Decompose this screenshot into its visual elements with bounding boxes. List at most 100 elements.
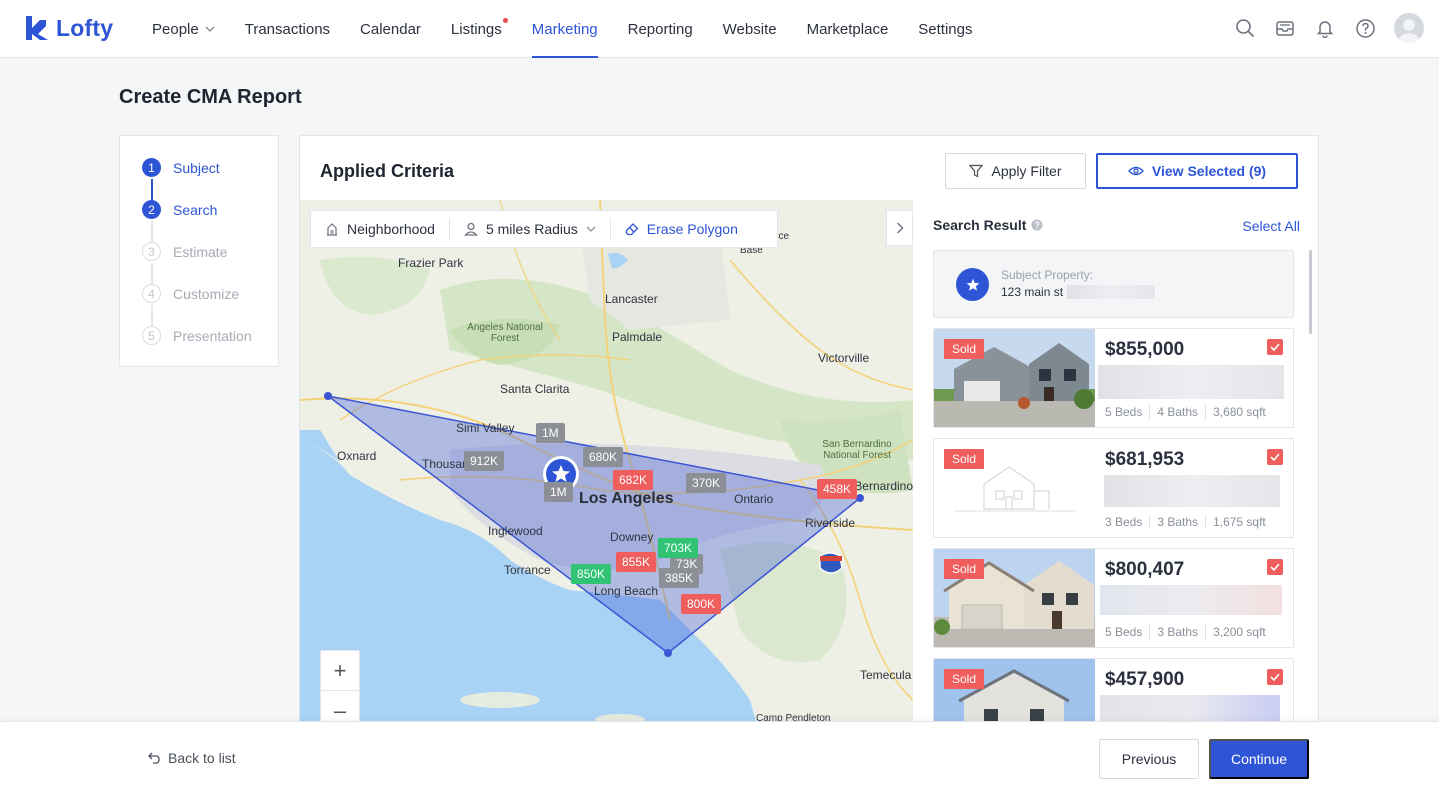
city-label: Angeles National Forest — [467, 322, 543, 344]
price-tag[interactable]: 800K — [681, 594, 722, 614]
help-icon[interactable] — [1354, 17, 1376, 39]
top-navigation: Lofty People Transactions Calendar Listi… — [0, 0, 1439, 58]
erase-polygon-button[interactable]: Erase Polygon — [611, 218, 752, 240]
property-specs: 3 Beds 3 Baths 1,675 sqft — [1105, 515, 1273, 529]
sold-badge: Sold — [944, 559, 985, 579]
bell-icon[interactable] — [1314, 17, 1336, 39]
step-label: Customize — [173, 285, 240, 302]
price-tag[interactable]: 912K — [464, 451, 505, 471]
selected-checkbox[interactable] — [1267, 449, 1283, 465]
city-label: Santa Clarita — [500, 382, 570, 396]
price-tag[interactable]: 1M — [536, 423, 565, 443]
map-view[interactable]: Frazier Park Lancaster Palmdale Angeles … — [300, 200, 913, 734]
baths: 4 Baths — [1150, 405, 1207, 419]
step-label: Subject — [173, 159, 220, 176]
city-label: Temecula — [860, 668, 912, 682]
property-card[interactable]: Sold $681,953 3 Beds 3 Baths 1,675 sqft — [933, 438, 1294, 538]
price-tag[interactable]: 458K — [817, 479, 858, 499]
step-connector — [151, 263, 153, 284]
results-scrollbar[interactable] — [1309, 250, 1312, 334]
neighborhood-label: Neighborhood — [347, 221, 435, 237]
step-number: 4 — [142, 284, 161, 303]
price-tag[interactable]: 370K — [686, 473, 727, 493]
city-label: Ontario — [734, 492, 774, 506]
apply-filter-button[interactable]: Apply Filter — [945, 153, 1086, 189]
nav-people[interactable]: People — [152, 0, 215, 58]
subject-property-label: Subject Property: — [1001, 268, 1094, 282]
price-tag[interactable]: 680K — [583, 447, 624, 467]
chevron-down-icon — [205, 26, 215, 32]
nav-listings[interactable]: Listings — [450, 0, 508, 58]
nav-transactions[interactable]: Transactions — [245, 0, 330, 58]
filter-icon — [969, 164, 984, 178]
price-tag[interactable]: 682K — [613, 470, 654, 490]
step-connector — [151, 221, 153, 242]
step-number: 5 — [142, 326, 161, 345]
price-tag[interactable]: 385K — [659, 568, 700, 588]
sold-badge: Sold — [944, 669, 985, 689]
zoom-in-button[interactable]: + — [321, 651, 359, 691]
step-customize[interactable]: 4 Customize — [142, 284, 239, 303]
nav-listings-label: Listings — [450, 20, 502, 38]
lofty-logo[interactable]: Lofty — [24, 14, 113, 42]
map-base — [300, 200, 913, 734]
radius-dropdown[interactable]: 5 miles Radius — [450, 218, 611, 240]
property-specs: 5 Beds 4 Baths 3,680 sqft — [1105, 405, 1273, 419]
search-icon[interactable] — [1234, 17, 1256, 39]
sold-badge: Sold — [944, 339, 985, 359]
view-selected-button[interactable]: View Selected (9) — [1096, 153, 1298, 189]
inbox-icon[interactable] — [1274, 17, 1296, 39]
step-subject[interactable]: 1 Subject — [142, 158, 220, 177]
back-to-list-link[interactable]: Back to list — [148, 750, 236, 766]
city-label: Downey — [610, 530, 654, 544]
nav-reporting[interactable]: Reporting — [628, 0, 693, 58]
selected-checkbox[interactable] — [1267, 559, 1283, 575]
previous-button[interactable]: Previous — [1099, 739, 1199, 779]
nav-marketing-label: Marketing — [531, 20, 598, 38]
price-tag[interactable]: 855K — [616, 552, 657, 572]
property-card[interactable]: Sold $800,407 5 Beds 3 Baths 3,200 sqft — [933, 548, 1294, 648]
property-card[interactable]: Sold $855,000 5 Beds 4 Baths 3,680 sqft — [933, 328, 1294, 428]
beds: 5 Beds — [1105, 625, 1151, 639]
step-search[interactable]: 2 Search — [142, 200, 217, 219]
check-icon — [1270, 453, 1280, 461]
lofty-logo-icon — [26, 16, 48, 40]
brand-name: Lofty — [56, 14, 114, 41]
redacted-address — [1098, 365, 1284, 399]
city-label: Simi Valley — [456, 421, 515, 435]
building-icon — [327, 223, 337, 236]
nav-website[interactable]: Website — [723, 0, 777, 58]
neighborhood-filter[interactable]: Neighborhood — [311, 218, 450, 240]
help-icon[interactable] — [1031, 219, 1043, 231]
price-tag[interactable]: 850K — [571, 564, 612, 584]
wizard-steps: 1 Subject 2 Search 3 Estimate 4 Customiz… — [119, 135, 279, 367]
nav-calendar[interactable]: Calendar — [360, 0, 421, 58]
city-label: Lancaster — [605, 292, 658, 306]
nav-website-label: Website — [722, 20, 777, 38]
page-title: Create CMA Report — [119, 86, 302, 108]
step-presentation[interactable]: 5 Presentation — [142, 326, 252, 345]
step-estimate[interactable]: 3 Estimate — [142, 242, 227, 261]
step-connector — [151, 179, 153, 200]
baths: 3 Baths — [1150, 515, 1207, 529]
selected-checkbox[interactable] — [1267, 669, 1283, 685]
user-avatar[interactable] — [1394, 13, 1424, 43]
nav-marketing[interactable]: Marketing — [531, 0, 598, 58]
step-label: Estimate — [173, 243, 228, 260]
price-tag[interactable]: 703K — [658, 538, 699, 558]
sqft: 3,680 sqft — [1213, 405, 1266, 419]
nav-settings[interactable]: Settings — [918, 0, 972, 58]
price-tag[interactable]: 1M — [544, 482, 573, 502]
house-photo: Sold — [934, 329, 1095, 427]
collapse-map-button[interactable] — [886, 210, 913, 246]
subject-property-card[interactable]: Subject Property: 123 main st — [933, 250, 1294, 318]
step-number: 2 — [142, 200, 161, 219]
sqft: 3,200 sqft — [1213, 625, 1266, 639]
selected-checkbox[interactable] — [1267, 339, 1283, 355]
continue-button[interactable]: Continue — [1209, 739, 1309, 779]
search-result-header: Search Result — [933, 217, 1043, 233]
panel-title: Applied Criteria — [320, 161, 455, 181]
select-all-link[interactable]: Select All — [1242, 218, 1300, 234]
back-to-list-label: Back to list — [168, 750, 236, 766]
nav-marketplace[interactable]: Marketplace — [807, 0, 889, 58]
